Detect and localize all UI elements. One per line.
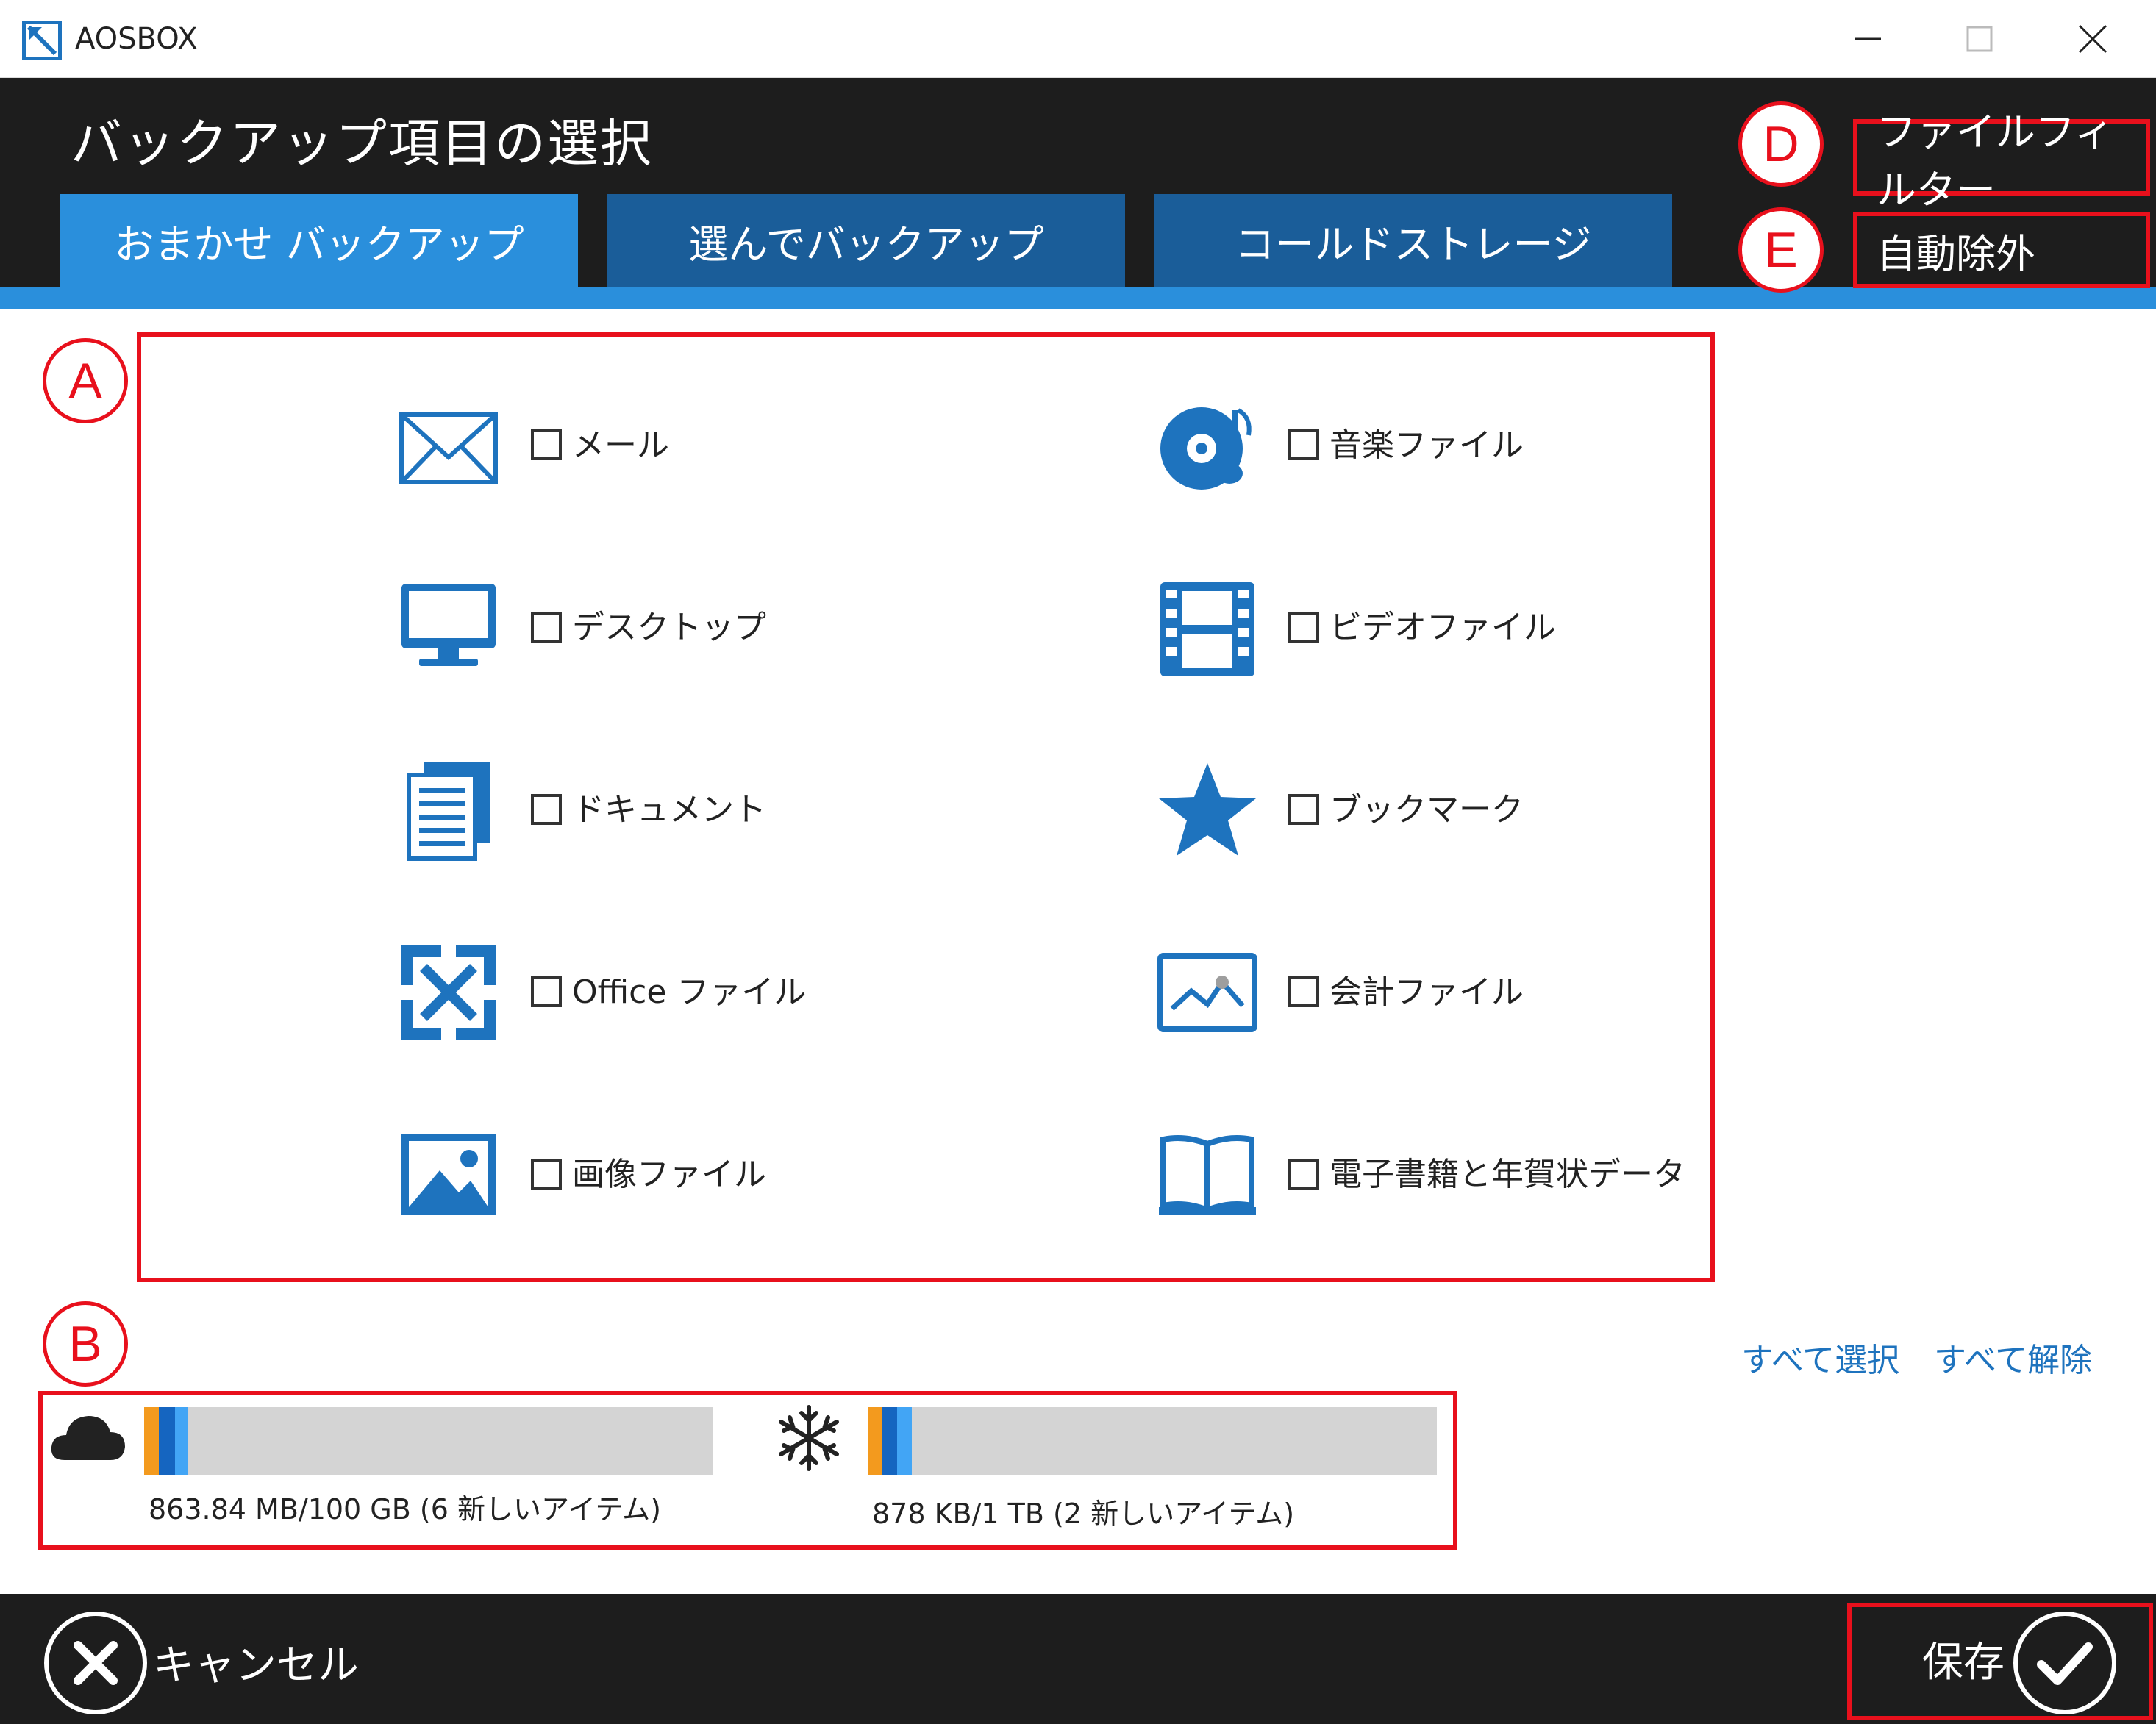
cloud-bar-segment-dark — [159, 1407, 175, 1475]
app-name: AOSBOX — [75, 22, 198, 56]
label-ebooks: 電子書籍と年賀状データ — [1329, 1156, 1685, 1193]
cancel-button[interactable]: キャンセル — [153, 1632, 359, 1692]
checkbox-accounting[interactable] — [1288, 976, 1319, 1007]
annotation-marker-d: D — [1738, 101, 1824, 187]
cloud-bar-segment-orange — [144, 1407, 159, 1475]
minimize-icon[interactable] — [1816, 13, 1919, 65]
file-filter-button[interactable]: ファイルフィルター — [1853, 109, 2150, 213]
star-icon — [1156, 759, 1259, 862]
document-icon — [397, 759, 500, 862]
maximize-icon[interactable] — [1928, 13, 2031, 65]
checkbox-office[interactable] — [531, 976, 562, 1007]
label-desktop: デスクトップ — [572, 609, 766, 646]
annotation-marker-a: A — [43, 338, 128, 423]
auto-exclude-button[interactable]: 自動除外 — [1853, 212, 2150, 288]
checkbox-video[interactable] — [1288, 612, 1319, 643]
cold-storage-bar — [868, 1407, 1437, 1475]
mail-icon — [397, 397, 500, 500]
cold-storage-text: 878 KB/1 TB (2 新しいアイテム) — [872, 1498, 1295, 1530]
chart-screen-icon — [1156, 941, 1259, 1044]
cold-bar-segment-orange — [868, 1407, 882, 1475]
label-music: 音楽ファイル — [1329, 426, 1524, 464]
annotation-marker-b: B — [43, 1301, 128, 1387]
label-video: ビデオファイル — [1329, 609, 1556, 646]
tab-select-backup[interactable]: 選んでバックアップ — [607, 194, 1125, 287]
cloud-bar-segment-light — [175, 1407, 188, 1475]
label-bookmarks: ブックマーク — [1329, 791, 1524, 829]
tab-cold-storage[interactable]: コールドストレージ — [1154, 194, 1672, 287]
select-all-link[interactable]: すべて選択 — [1741, 1334, 1899, 1381]
checkbox-bookmarks[interactable] — [1288, 794, 1319, 825]
picture-icon — [397, 1122, 500, 1225]
label-documents: ドキュメント — [572, 791, 766, 829]
close-icon[interactable] — [2041, 13, 2144, 65]
label-mail: メール — [572, 426, 669, 464]
tab-underline — [0, 287, 2156, 309]
checkbox-images[interactable] — [531, 1159, 562, 1190]
app-logo-icon — [22, 21, 62, 60]
cold-bar-segment-dark — [882, 1407, 897, 1475]
x-circle-icon[interactable] — [44, 1612, 147, 1714]
label-images: 画像ファイル — [572, 1156, 766, 1193]
checkmark-circle-icon[interactable] — [2013, 1612, 2116, 1714]
annotation-marker-e: E — [1738, 207, 1824, 293]
film-icon — [1156, 578, 1259, 681]
cold-bar-segment-light — [897, 1407, 912, 1475]
label-accounting: 会計ファイル — [1329, 973, 1524, 1011]
checkbox-music[interactable] — [1288, 429, 1319, 460]
cloud-storage-bar — [144, 1407, 713, 1475]
checkbox-mail[interactable] — [531, 429, 562, 460]
checkbox-desktop[interactable] — [531, 612, 562, 643]
snowflake-icon — [774, 1403, 844, 1473]
tab-auto-backup[interactable]: おまかせ バックアップ — [60, 194, 578, 287]
deselect-all-link[interactable]: すべて解除 — [1934, 1334, 2092, 1381]
book-icon — [1156, 1122, 1259, 1225]
monitor-icon — [397, 578, 500, 681]
page-title: バックアップ項目の選択 — [71, 113, 653, 174]
music-disc-icon — [1156, 397, 1259, 500]
checkbox-documents[interactable] — [531, 794, 562, 825]
label-office: Office ファイル — [572, 973, 807, 1011]
save-button-label[interactable]: 保存 — [1922, 1629, 2005, 1689]
checkbox-ebooks[interactable] — [1288, 1159, 1319, 1190]
aosbox-window: AOSBOX バックアップ項目の選択 おまかせ バックアップ 選んでバックアップ… — [0, 0, 2156, 1724]
cloud-icon — [50, 1410, 126, 1463]
office-icon — [397, 941, 500, 1044]
cloud-storage-text: 863.84 MB/100 GB (6 新しいアイテム) — [149, 1493, 662, 1526]
